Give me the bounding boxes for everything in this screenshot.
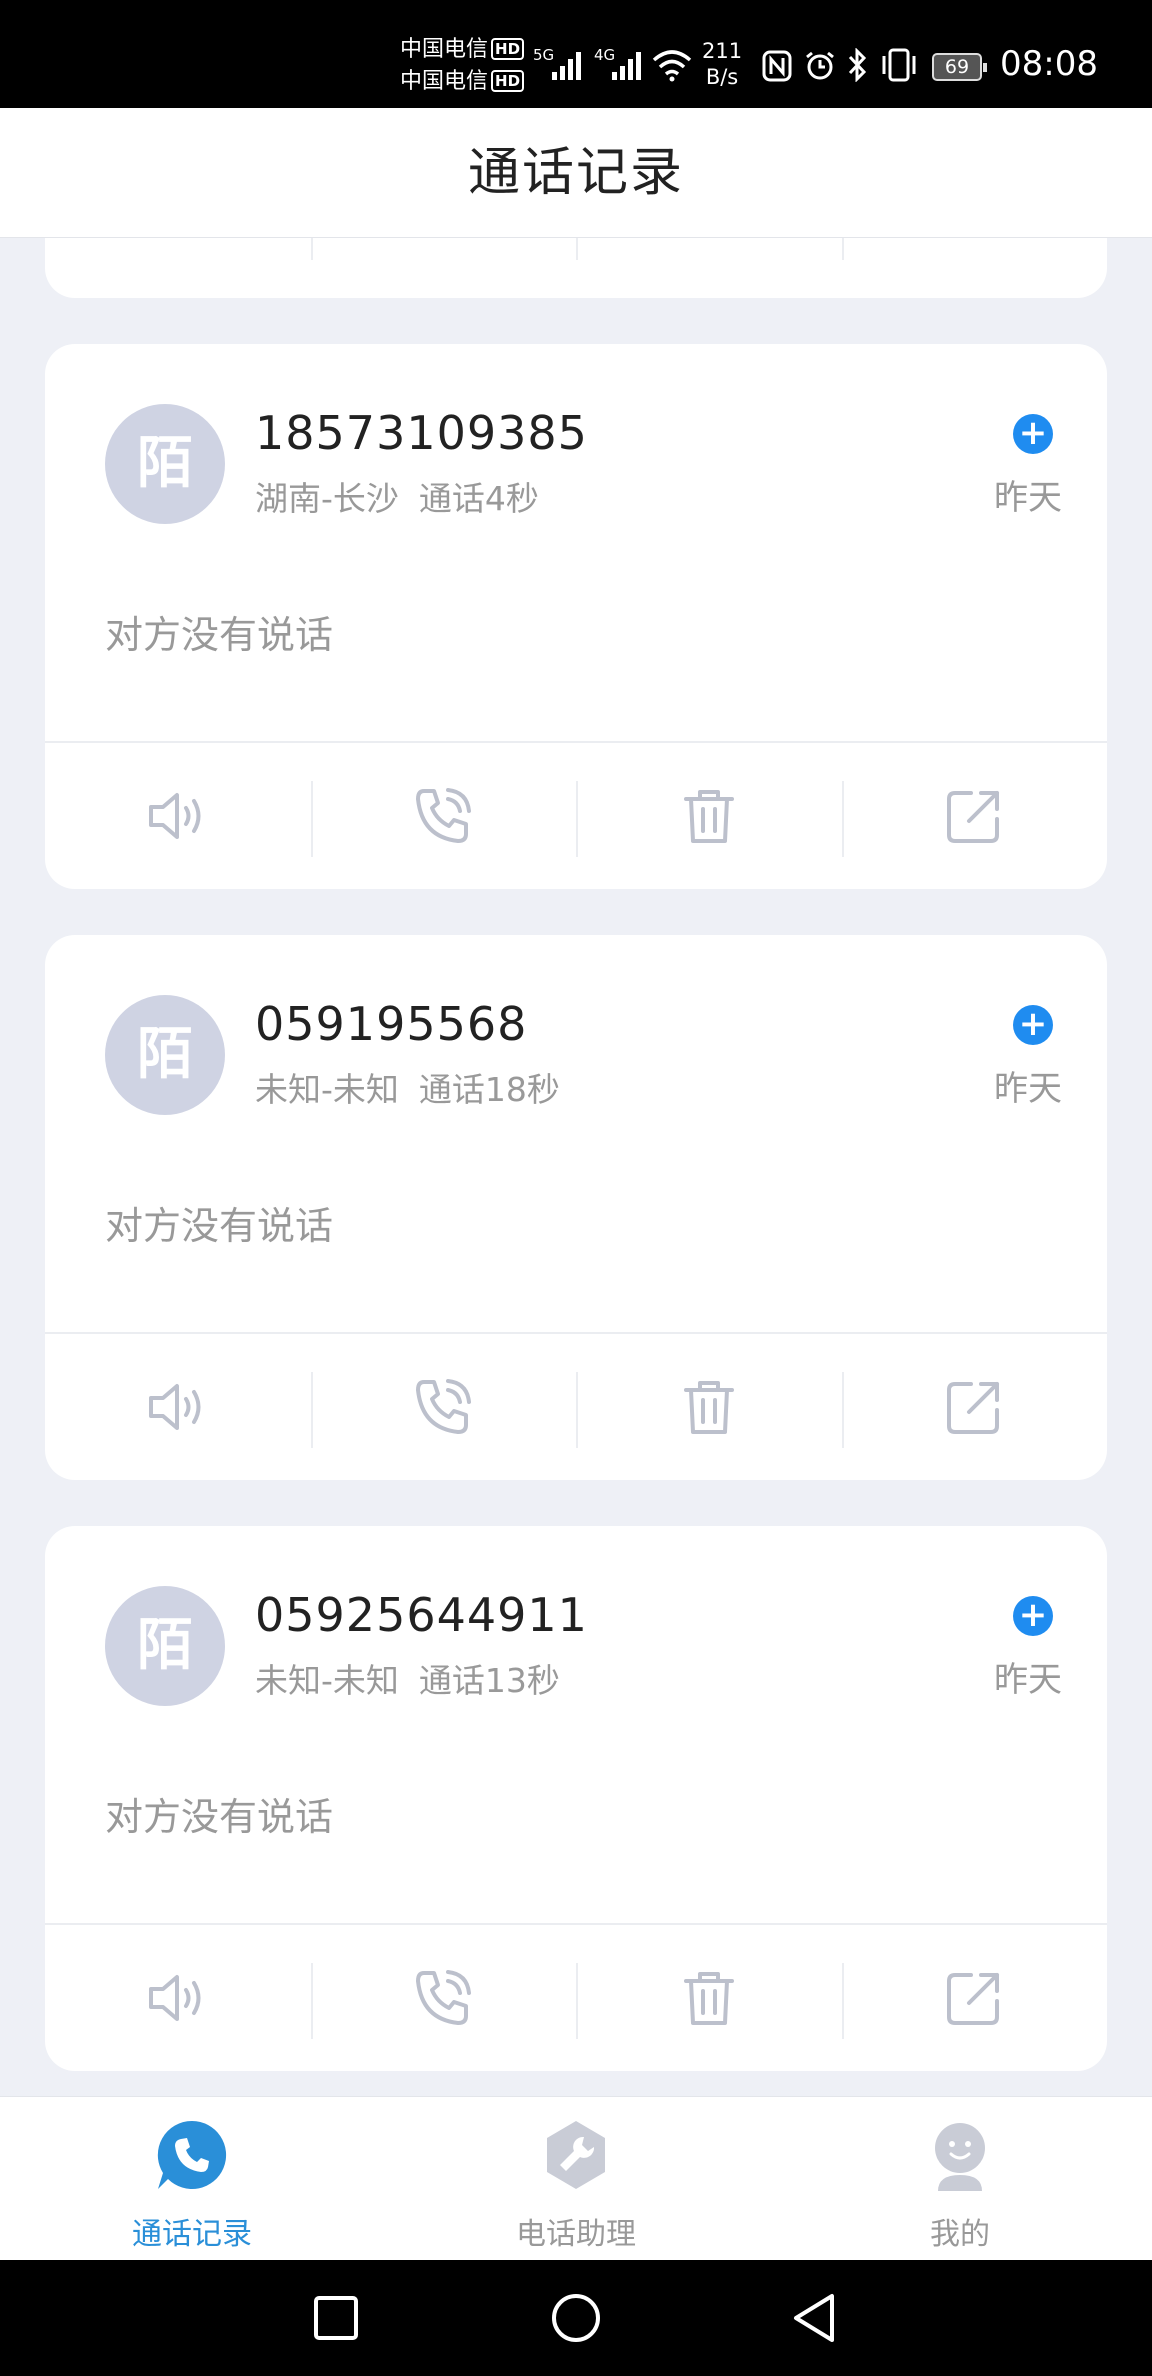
phone-icon: [416, 1970, 472, 2025]
tab-mine[interactable]: 我的: [768, 2097, 1152, 2260]
delete-button[interactable]: [576, 1334, 842, 1480]
tab-call-records[interactable]: 通话记录: [0, 2097, 384, 2260]
alarm-icon: [806, 51, 834, 80]
call-card[interactable]: 陌 05925644911 未知-未知 通话13秒 + 昨天 对方没有说话: [45, 1526, 1107, 2071]
call-transcript: 对方没有说话: [105, 613, 334, 657]
network-speed: 211 B/s: [702, 38, 742, 90]
phone-number: 05925644911: [255, 1588, 588, 1642]
card-actions: [45, 1332, 1107, 1480]
add-contact-button[interactable]: +: [1013, 1596, 1053, 1636]
trash-icon: [683, 1972, 734, 2025]
speaker-icon: [148, 793, 201, 839]
call-location: 湖南-长沙: [255, 479, 399, 518]
wifi-icon: [652, 50, 692, 82]
status-bar: 中国电信 HD 中国电信 HD 5G 4G 211 B/s 69 08:08: [0, 0, 1152, 108]
avatar: 陌: [105, 404, 225, 524]
call-record-list[interactable]: 陌 18573109385 湖南-长沙 通话4秒 + 昨天 对方没有说话 陌 05…: [0, 238, 1152, 2096]
hd-badge: HD: [491, 70, 525, 92]
delete-button[interactable]: [576, 1925, 842, 2071]
signal-strength-icon: [552, 48, 586, 80]
call-back-button[interactable]: [310, 743, 577, 889]
system-nav-bar: [0, 2260, 1152, 2376]
call-duration: 通话18秒: [418, 1070, 560, 1109]
hd-badge: HD: [491, 38, 525, 60]
call-location: 未知-未知: [255, 1661, 399, 1700]
user-icon: [935, 2123, 985, 2191]
call-card[interactable]: 陌 18573109385 湖南-长沙 通话4秒 + 昨天 对方没有说话: [45, 344, 1107, 889]
phone-icon: [416, 1379, 472, 1434]
share-button[interactable]: [841, 238, 1108, 298]
tab-label: 通话记录: [132, 2217, 252, 2252]
delete-button[interactable]: [576, 238, 842, 298]
call-transcript: 对方没有说话: [105, 1204, 334, 1248]
card-actions: [45, 1923, 1107, 2071]
recent-apps-button[interactable]: [306, 2288, 366, 2348]
speaker-icon: [148, 1384, 201, 1430]
carrier-info: 中国电信 HD 中国电信 HD: [400, 34, 525, 98]
bottom-tab-bar: 通话记录 电话助理 我的: [0, 2096, 1152, 2260]
call-transcript: 对方没有说话: [105, 1795, 334, 1839]
call-back-button[interactable]: [310, 238, 577, 298]
home-button[interactable]: [546, 2288, 606, 2348]
call-duration: 通话13秒: [418, 1661, 560, 1700]
share-button[interactable]: [841, 743, 1108, 889]
phone-bubble-icon: [157, 2120, 227, 2189]
call-card[interactable]: 陌 059195568 未知-未知 通话18秒 + 昨天 对方没有说话: [45, 935, 1107, 1480]
card-actions: [45, 238, 1107, 298]
page-header: 通话记录: [0, 108, 1152, 238]
share-icon: [947, 791, 1000, 843]
call-date: 昨天: [994, 478, 1062, 518]
call-card-partial: [45, 238, 1107, 298]
page-title: 通话记录: [467, 143, 684, 203]
tab-phone-assistant[interactable]: 电话助理: [384, 2097, 768, 2260]
speaker-button[interactable]: [45, 1334, 311, 1480]
avatar: 陌: [105, 1586, 225, 1706]
tab-label: 我的: [930, 2217, 990, 2252]
avatar: 陌: [105, 995, 225, 1115]
carrier-1: 中国电信: [400, 37, 489, 62]
trash-icon: [683, 790, 734, 843]
back-button[interactable]: [786, 2288, 846, 2348]
signal-strength-icon: [612, 48, 646, 80]
phone-icon: [416, 788, 472, 843]
delete-button[interactable]: [576, 743, 842, 889]
call-meta: 未知-未知 通话18秒: [255, 1063, 560, 1111]
share-button[interactable]: [841, 1925, 1108, 2071]
nfc-icon: [762, 50, 792, 82]
battery-icon: 69: [932, 53, 987, 81]
wrench-icon: [547, 2121, 605, 2189]
call-date: 昨天: [994, 1069, 1062, 1109]
share-button[interactable]: [841, 1334, 1108, 1480]
speaker-button[interactable]: [45, 238, 311, 298]
call-meta: 湖南-长沙 通话4秒: [255, 472, 539, 520]
trash-icon: [683, 1381, 734, 1434]
add-contact-button[interactable]: +: [1013, 414, 1053, 454]
network-speed-value: 211: [702, 39, 743, 63]
speaker-button[interactable]: [45, 1925, 311, 2071]
share-icon: [947, 1973, 1000, 2025]
carrier-2: 中国电信: [400, 69, 489, 94]
call-date: 昨天: [994, 1660, 1062, 1700]
speaker-icon: [148, 1975, 201, 2021]
tab-label: 电话助理: [516, 2217, 636, 2252]
phone-number: 059195568: [255, 997, 528, 1051]
phone-number: 18573109385: [255, 406, 588, 460]
call-location: 未知-未知: [255, 1070, 399, 1109]
call-back-button[interactable]: [310, 1334, 577, 1480]
sim1-network-label: 5G: [533, 46, 555, 64]
call-back-button[interactable]: [310, 1925, 577, 2071]
call-duration: 通话4秒: [418, 479, 539, 518]
network-speed-unit: B/s: [705, 65, 739, 89]
card-actions: [45, 741, 1107, 889]
vibrate-icon: [882, 48, 916, 82]
call-meta: 未知-未知 通话13秒: [255, 1654, 560, 1702]
share-icon: [947, 1382, 1000, 1434]
speaker-button[interactable]: [45, 743, 311, 889]
bluetooth-icon: [848, 48, 867, 82]
add-contact-button[interactable]: +: [1013, 1005, 1053, 1045]
clock: 08:08: [1000, 44, 1098, 84]
